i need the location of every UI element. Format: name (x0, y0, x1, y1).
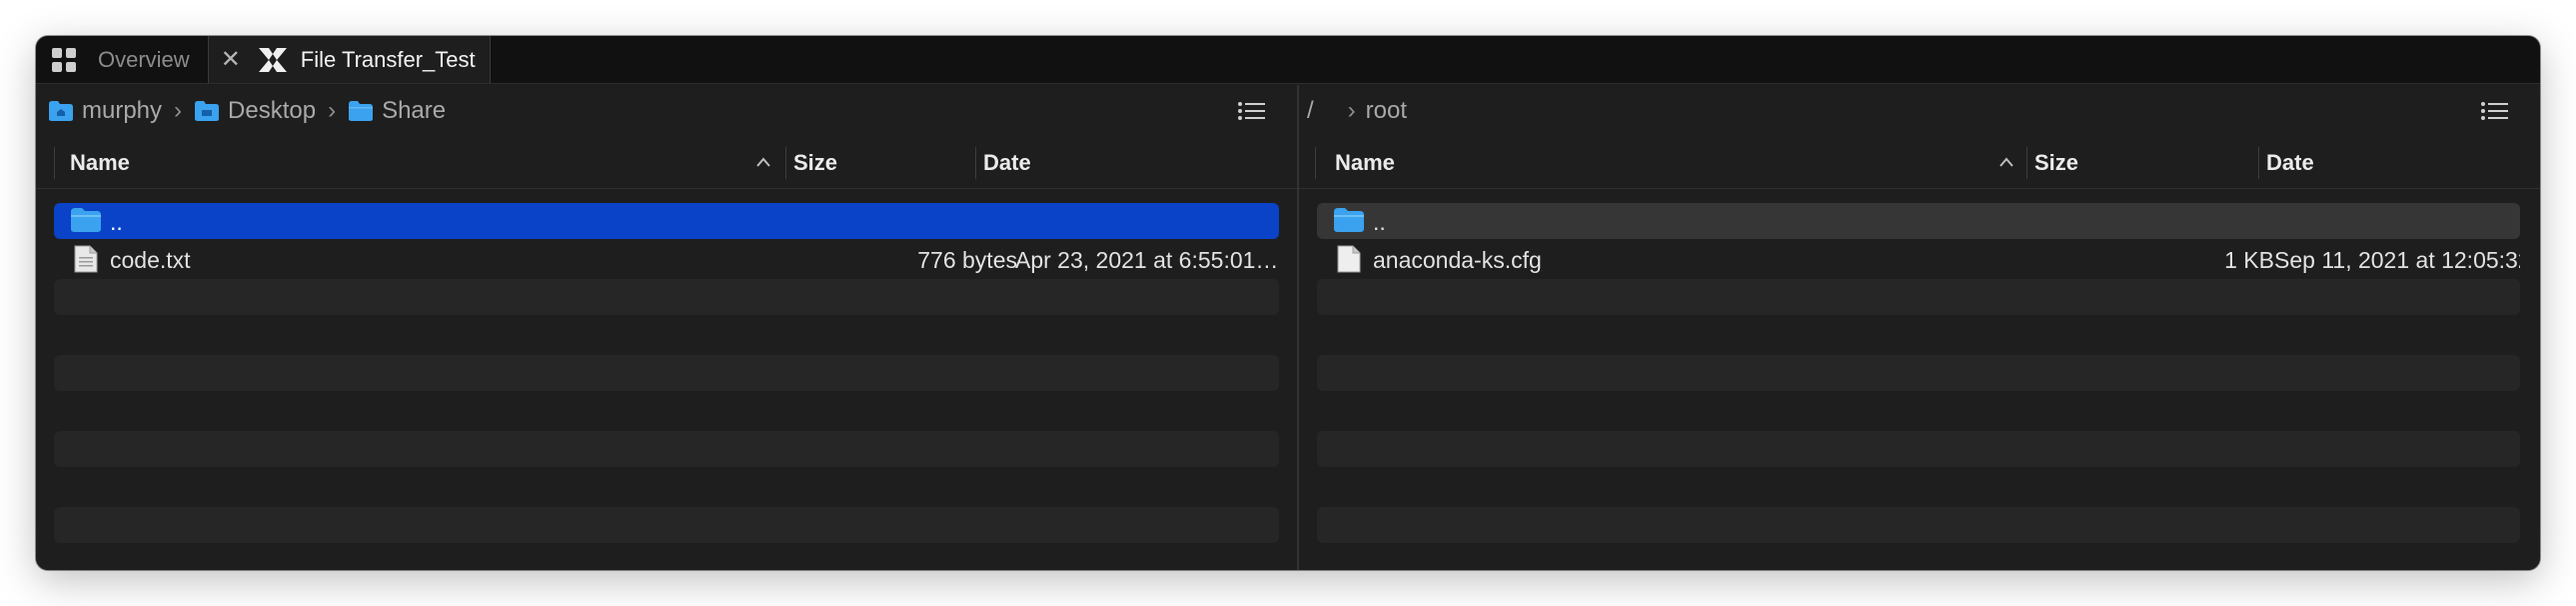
breadcrumb-label: Share (382, 97, 447, 124)
file-row-parent[interactable]: .. (54, 203, 1279, 239)
folder-icon (71, 208, 101, 232)
empty-row (1317, 279, 2520, 315)
breadcrumb-label: murphy (82, 97, 163, 124)
local-pane: murphy › Desktop › Share Name Size Date … (36, 85, 1297, 570)
breadcrumb-item-root[interactable]: root (1366, 97, 1407, 125)
breadcrumb-label: root (1365, 97, 1408, 124)
tab-overview-label: Overview (98, 46, 190, 72)
file-row[interactable]: code.txt 776 bytes Apr 23, 2021 at 6:55:… (54, 241, 1279, 277)
root-slash[interactable]: / (1307, 97, 1314, 125)
transfer-app-icon (258, 47, 287, 72)
column-date[interactable]: Date (983, 137, 1031, 189)
file-icon (1337, 245, 1361, 273)
empty-row (54, 507, 1279, 543)
close-icon[interactable]: ✕ (221, 47, 241, 72)
file-row-parent[interactable]: .. (1317, 203, 2520, 239)
folder-icon (349, 101, 374, 121)
column-divider (2026, 147, 2027, 179)
column-divider (785, 147, 786, 179)
empty-row (54, 279, 1279, 315)
folder-icon (1334, 208, 1364, 232)
file-name: .. (110, 209, 123, 235)
chevron-right-icon: › (328, 97, 337, 124)
file-size: 1 KB (2224, 247, 2274, 273)
text-file-icon (74, 245, 98, 273)
column-divider (975, 147, 976, 179)
column-date[interactable]: Date (2266, 137, 2314, 189)
list-view-icon[interactable] (2480, 99, 2508, 123)
file-name: code.txt (110, 247, 191, 273)
file-size: 776 bytes (917, 247, 1017, 273)
column-name[interactable]: Name (1335, 137, 1395, 189)
column-size[interactable]: Size (2034, 137, 2078, 189)
sort-ascending-icon[interactable] (1998, 155, 2014, 169)
empty-row (1317, 355, 2520, 391)
column-divider (54, 147, 55, 179)
desktop-folder-icon (195, 101, 220, 121)
empty-row (1317, 507, 2520, 543)
home-folder-icon (49, 101, 73, 121)
tab-file-transfer[interactable]: ✕ File Transfer_Test (208, 36, 491, 83)
file-name: anaconda-ks.cfg (1373, 247, 1542, 273)
grid-icon (52, 47, 76, 72)
chevron-right-icon: › (174, 97, 183, 124)
file-date: Sep 11, 2021 at 12:05:32… (2274, 247, 2520, 273)
remote-pane: / › root Name Size Date .. anaconda-ks.c… (1299, 85, 2540, 570)
breadcrumb: murphy › Desktop › Share (36, 85, 1297, 137)
breadcrumb: / › root (1299, 85, 2540, 137)
column-size[interactable]: Size (793, 137, 837, 189)
empty-row (1317, 431, 2520, 467)
tab-file-transfer-label: File Transfer_Test (300, 46, 476, 72)
breadcrumb-item-desktop[interactable]: Desktop (194, 97, 316, 125)
file-name: .. (1373, 209, 1386, 235)
tab-overview[interactable]: Overview (84, 36, 209, 83)
app-window: Overview ✕ File Transfer_Test murphy › D… (36, 36, 2540, 570)
chevron-right-icon: › (1347, 97, 1356, 124)
column-header: Name Size Date (36, 137, 1297, 189)
list-view-icon[interactable] (1237, 99, 1265, 123)
column-header: Name Size Date (1299, 137, 2540, 189)
empty-row (54, 355, 1279, 391)
empty-row (54, 431, 1279, 467)
sort-ascending-icon[interactable] (755, 155, 771, 169)
tab-bar: Overview ✕ File Transfer_Test (36, 36, 2540, 84)
breadcrumb-label: Desktop (228, 97, 317, 124)
overview-grid-button[interactable] (44, 36, 84, 83)
breadcrumb-item-share[interactable]: Share (348, 97, 446, 125)
column-divider (1315, 147, 1316, 179)
column-name[interactable]: Name (70, 137, 130, 189)
breadcrumb-item-murphy[interactable]: murphy (48, 97, 162, 125)
file-date: Apr 23, 2021 at 6:55:01… (1015, 247, 1277, 273)
column-divider (2258, 147, 2259, 179)
file-row[interactable]: anaconda-ks.cfg 1 KB Sep 11, 2021 at 12:… (1317, 241, 2520, 277)
